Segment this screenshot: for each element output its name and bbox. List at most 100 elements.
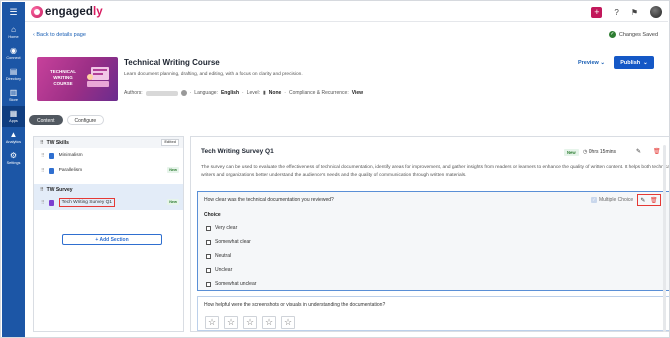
section-header[interactable]: ⠿ TW Survey <box>34 184 183 195</box>
course-thumbnail: TECHNICAL WRITING COURSE <box>37 57 118 101</box>
compliance-icon: · <box>284 90 286 96</box>
compliance-label: Compliance & Recurrence: <box>288 90 349 96</box>
checkbox[interactable] <box>206 225 211 231</box>
section-list: ⠿ TW Skills Edited ⠿ Minimalism ⠿ Parallelis… <box>33 136 184 332</box>
level-bars-icon: ▮ <box>263 90 266 96</box>
list-item-label: Parallelism <box>58 168 83 173</box>
thumbnail-illustration-icon <box>87 67 109 87</box>
rail-analytics[interactable]: ▲ Analytics <box>2 127 25 148</box>
directory-icon: ▤ <box>9 67 18 76</box>
choice-option-label: Somewhat unclear <box>215 281 257 287</box>
chevron-down-icon: ⌄ <box>643 59 648 66</box>
rail-home[interactable]: ⌂ Home <box>2 22 25 43</box>
question-text: How clear was the technical documentatio… <box>204 197 334 203</box>
clock-icon: ◷ <box>583 149 588 155</box>
course-title: Technical Writing Course <box>124 58 220 67</box>
checkbox[interactable] <box>206 267 211 273</box>
save-status: ✓ Changes Saved <box>608 31 658 38</box>
logo-text: engaged <box>45 5 93 18</box>
drag-handle-icon[interactable]: ⠿ <box>41 200 45 206</box>
drag-handle-icon[interactable]: ⠿ <box>41 153 45 159</box>
survey-icon <box>48 199 54 206</box>
list-item-selected[interactable]: ⠿ Tech Writing Survey Q1 New <box>34 195 183 210</box>
preview-label: Preview <box>578 60 599 66</box>
choice-option[interactable]: Unclear <box>206 267 232 273</box>
language-icon: · <box>189 90 192 96</box>
tab-content[interactable]: Content <box>29 115 63 125</box>
duration-value: 0hrs 15mins <box>588 149 616 155</box>
scrollbar[interactable] <box>663 145 666 332</box>
choice-option[interactable]: Very clear <box>206 225 237 231</box>
section-header[interactable]: ⠿ TW Skills Edited <box>34 137 183 148</box>
side-rail: ☰ ⌂ Home ◉ Connect ▤ Directory ▥ Store ▦ Apps… <box>2 2 25 337</box>
list-item-label: Tech Writing Survey Q1 <box>58 198 115 207</box>
pencil-icon[interactable]: ✎ <box>636 148 641 155</box>
home-icon: ⌂ <box>11 25 16 34</box>
question-card[interactable]: How helpful were the screenshots or visu… <box>197 296 669 331</box>
help-icon[interactable]: ? <box>614 8 618 17</box>
new-badge: New <box>167 167 179 173</box>
avatar[interactable] <box>650 6 662 18</box>
course-description: Learn document planning, drafting, and e… <box>124 72 303 77</box>
survey-description: The survey can be used to evaluate the e… <box>201 165 670 178</box>
drag-handle-icon[interactable]: ⠿ <box>41 168 45 174</box>
star-icon[interactable]: ☆ <box>262 316 276 329</box>
rail-directory[interactable]: ▤ Directory <box>2 64 25 85</box>
check-icon: ✓ <box>608 31 616 38</box>
plus-icon[interactable]: + <box>591 6 603 18</box>
trash-icon[interactable]: 🗑 <box>650 197 658 204</box>
question-actions: ✎ 🗑 <box>637 194 661 206</box>
star-icon[interactable]: ☆ <box>224 316 238 329</box>
choice-option[interactable]: Neutral <box>206 253 231 259</box>
preview-button[interactable]: Preview ⌄ <box>578 60 605 66</box>
connect-icon: ◉ <box>10 46 17 55</box>
course-meta: Authors: · Language: English · Level: ▮ … <box>124 90 363 96</box>
star-icon[interactable]: ☆ <box>243 316 257 329</box>
document-icon <box>48 152 54 159</box>
level-icon: · <box>242 90 244 96</box>
star-rating: ☆ ☆ ☆ ☆ ☆ <box>205 316 295 329</box>
drag-handle-icon[interactable]: ⠿ <box>40 187 44 193</box>
thumbnail-text: TECHNICAL WRITING COURSE <box>50 69 76 86</box>
document-icon <box>48 167 54 174</box>
apps-icon: ▦ <box>9 109 18 118</box>
rail-settings[interactable]: ⚙ Settings <box>2 148 25 169</box>
choice-option[interactable]: Somewhat clear <box>206 239 251 245</box>
rail-apps[interactable]: ▦ Apps <box>2 106 25 127</box>
choice-option[interactable]: Somewhat unclear <box>206 281 256 287</box>
checkbox[interactable] <box>206 239 211 245</box>
flag-icon[interactable]: ⚑ <box>631 8 638 17</box>
menu-icon[interactable]: ☰ <box>2 2 25 22</box>
trash-icon[interactable]: 🗑 <box>653 148 661 155</box>
app-window: ☰ ⌂ Home ◉ Connect ▤ Directory ▥ Store ▦ Apps… <box>0 0 670 338</box>
list-item[interactable]: ⠿ Minimalism <box>34 148 183 163</box>
star-icon[interactable]: ☆ <box>205 316 219 329</box>
publish-label: Publish <box>620 59 641 66</box>
choice-label: Choice <box>204 212 221 218</box>
rail-connect[interactable]: ◉ Connect <box>2 43 25 64</box>
back-link[interactable]: ‹ Back to details page <box>33 32 86 38</box>
question-card[interactable]: How clear was the technical documentatio… <box>197 191 669 291</box>
rail-store[interactable]: ▥ Store <box>2 85 25 106</box>
add-section-button[interactable]: + Add Section <box>62 234 162 245</box>
choice-option-label: Neutral <box>215 253 232 259</box>
top-bar: engagedly + ? ⚑ <box>25 2 668 22</box>
checkbox[interactable] <box>206 253 211 259</box>
tab-bar: Content Configure <box>29 115 105 125</box>
tab-configure[interactable]: Configure <box>66 115 105 125</box>
level-label: Level: <box>246 90 261 96</box>
new-badge: New <box>564 149 579 156</box>
star-icon[interactable]: ☆ <box>281 316 295 329</box>
list-item[interactable]: ⠿ Parallelism New <box>34 163 183 178</box>
choice-option-label: Unclear <box>215 267 233 273</box>
list-item-label: Minimalism <box>58 153 83 158</box>
logo-accent: ly <box>93 5 103 18</box>
compliance-view-link[interactable]: View <box>352 90 363 96</box>
pencil-icon[interactable]: ✎ <box>640 197 645 204</box>
survey-title: Tech Writing Survey Q1 <box>201 148 274 155</box>
checkbox[interactable] <box>206 281 211 287</box>
publish-button[interactable]: Publish ⌄ <box>614 56 654 69</box>
author-avatar <box>180 90 187 96</box>
drag-handle-icon[interactable]: ⠿ <box>40 140 44 146</box>
logo[interactable]: engagedly <box>31 5 103 18</box>
